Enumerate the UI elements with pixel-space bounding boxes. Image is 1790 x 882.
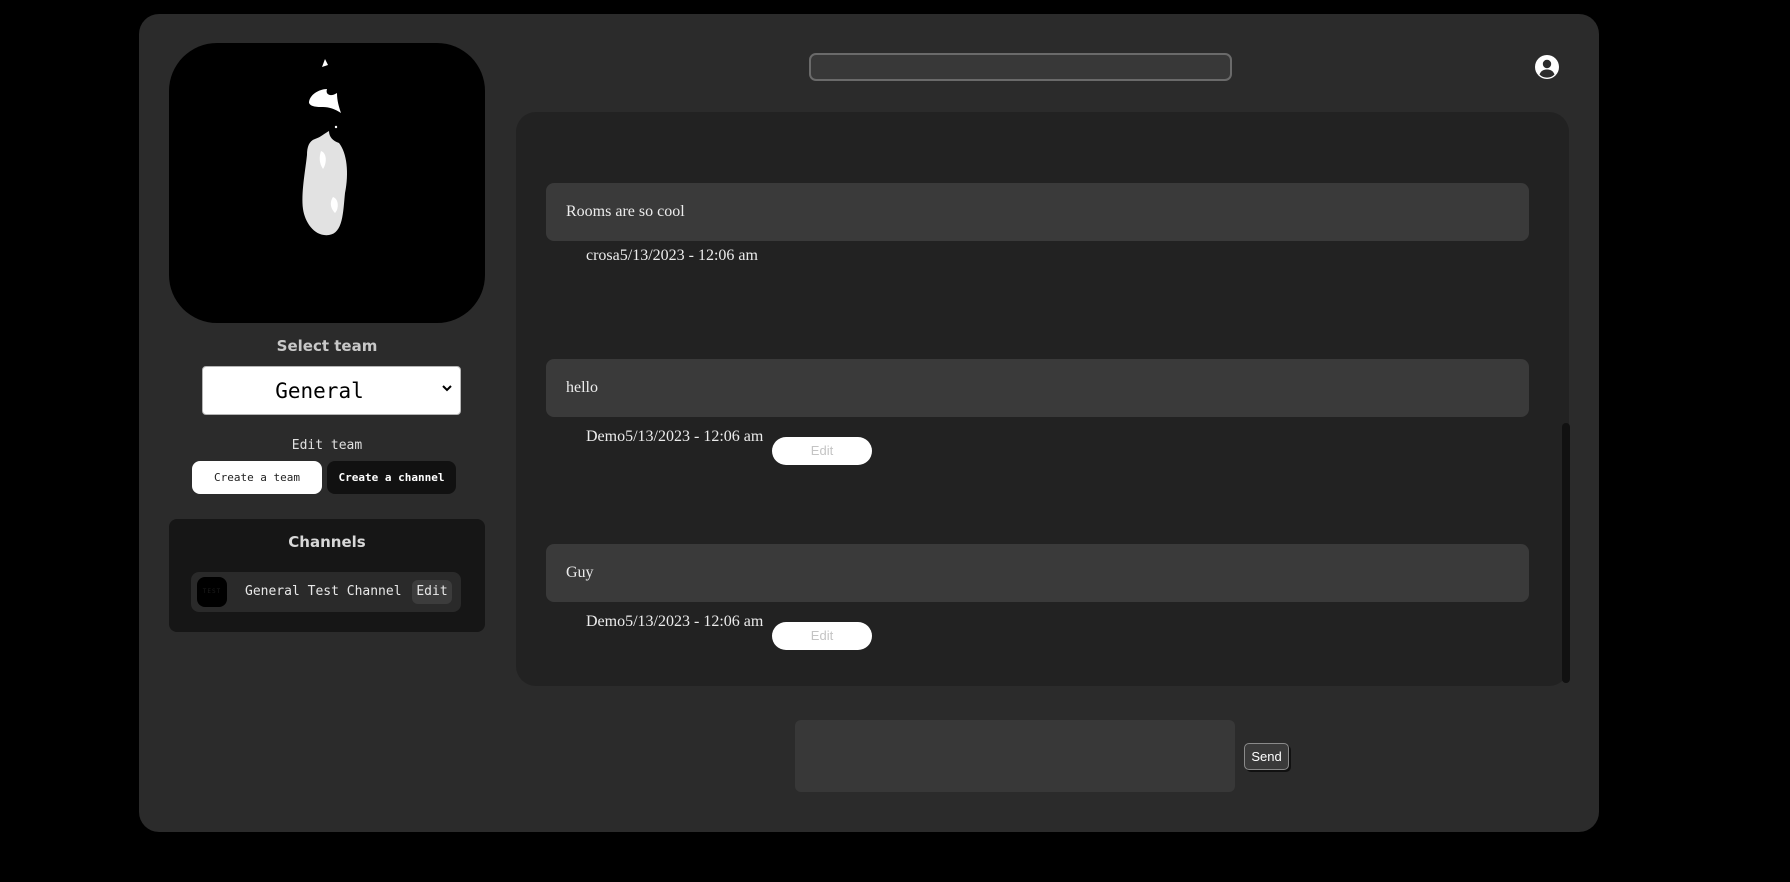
channels-panel: Channels TEST General Test Channel Edit [169, 519, 485, 632]
message-text: Guy [566, 564, 594, 581]
flame-logo-icon [302, 59, 347, 236]
message-author: Demo [586, 613, 626, 630]
message-author: Demo [586, 428, 626, 445]
message-author: crosa [586, 247, 620, 264]
channel-avatar: TEST [197, 577, 227, 607]
user-circle-icon[interactable] [1534, 54, 1560, 80]
chevron-down-icon [442, 385, 452, 392]
edit-team-link[interactable]: Edit team [169, 438, 485, 453]
send-button[interactable]: Send [1244, 743, 1289, 770]
create-team-button[interactable]: Create a team [192, 461, 322, 494]
message-bubble: hello [546, 359, 1529, 417]
message-text: hello [566, 379, 598, 396]
select-team-label: Select team [276, 337, 378, 355]
message-timestamp: 5/13/2023 - 12:06 am [625, 613, 764, 630]
channel-item[interactable]: TEST General Test Channel Edit [191, 572, 461, 612]
message-list[interactable]: Rooms are so cool crosa5/13/2023 - 12:06… [516, 112, 1570, 686]
create-channel-button[interactable]: Create a channel [327, 461, 456, 494]
message-bubble: Rooms are so cool [546, 183, 1529, 241]
message-timestamp: 5/13/2023 - 12:06 am [625, 428, 764, 445]
channel-name[interactable]: General Test Channel [245, 584, 402, 599]
channels-title: Channels [288, 533, 366, 551]
message-meta: crosa5/13/2023 - 12:06 am [586, 247, 758, 265]
scrollbar-thumb[interactable] [1562, 423, 1570, 683]
message-input[interactable] [795, 720, 1235, 792]
team-logo [169, 43, 485, 323]
message-meta: Demo5/13/2023 - 12:06 am [586, 613, 763, 631]
message-meta: Demo5/13/2023 - 12:06 am [586, 428, 763, 446]
message-text: Rooms are so cool [566, 203, 685, 220]
message-timestamp: 5/13/2023 - 12:06 am [619, 247, 758, 264]
message-edit-button[interactable]: Edit [772, 437, 872, 465]
channel-edit-button[interactable]: Edit [412, 580, 452, 604]
search-input[interactable] [809, 53, 1232, 81]
app-window: Select team General Edit team Create a t… [139, 14, 1599, 832]
message-edit-button[interactable]: Edit [772, 622, 872, 650]
team-select-value: General [275, 379, 364, 403]
message-bubble: Guy [546, 544, 1529, 602]
team-select[interactable]: General [202, 366, 461, 415]
